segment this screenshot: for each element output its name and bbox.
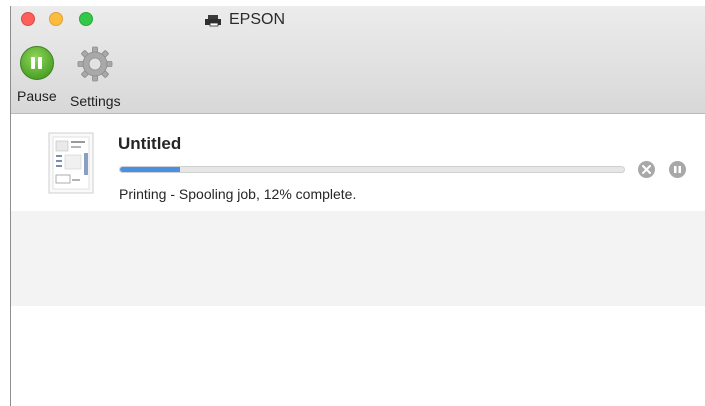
pause-icon [19, 46, 54, 80]
empty-queue-row [11, 211, 705, 306]
title-bar-toolbar: EPSON Pause Settings [11, 6, 705, 114]
print-job-row[interactable]: Untitled Printing - Spooling job, 12% co… [11, 114, 705, 211]
job-status-text: Printing - Spooling job, 12% complete. [119, 186, 357, 202]
cancel-icon [642, 161, 651, 179]
pause-job-icon [673, 161, 682, 179]
minimize-window-button[interactable] [49, 12, 63, 26]
job-name: Untitled [118, 134, 182, 153]
close-window-button[interactable] [21, 12, 35, 26]
printer-icon [205, 14, 223, 27]
pause-printer-button[interactable]: Pause [17, 46, 57, 104]
pause-label: Pause [17, 88, 57, 104]
pause-job-button[interactable] [669, 161, 686, 178]
settings-label: Settings [70, 93, 121, 109]
window-title: EPSON [205, 11, 285, 29]
zoom-window-button[interactable] [79, 12, 93, 26]
cancel-job-button[interactable] [638, 161, 655, 178]
document-icon [47, 131, 97, 195]
job-progress-bar [119, 166, 625, 173]
job-progress-fill [120, 167, 181, 172]
settings-button[interactable]: Settings [70, 46, 121, 109]
window-title-text: EPSON [229, 11, 286, 28]
epson-print-queue-window: EPSON Pause Settings Untitled Printing -… [10, 6, 705, 406]
gear-icon [77, 46, 113, 87]
